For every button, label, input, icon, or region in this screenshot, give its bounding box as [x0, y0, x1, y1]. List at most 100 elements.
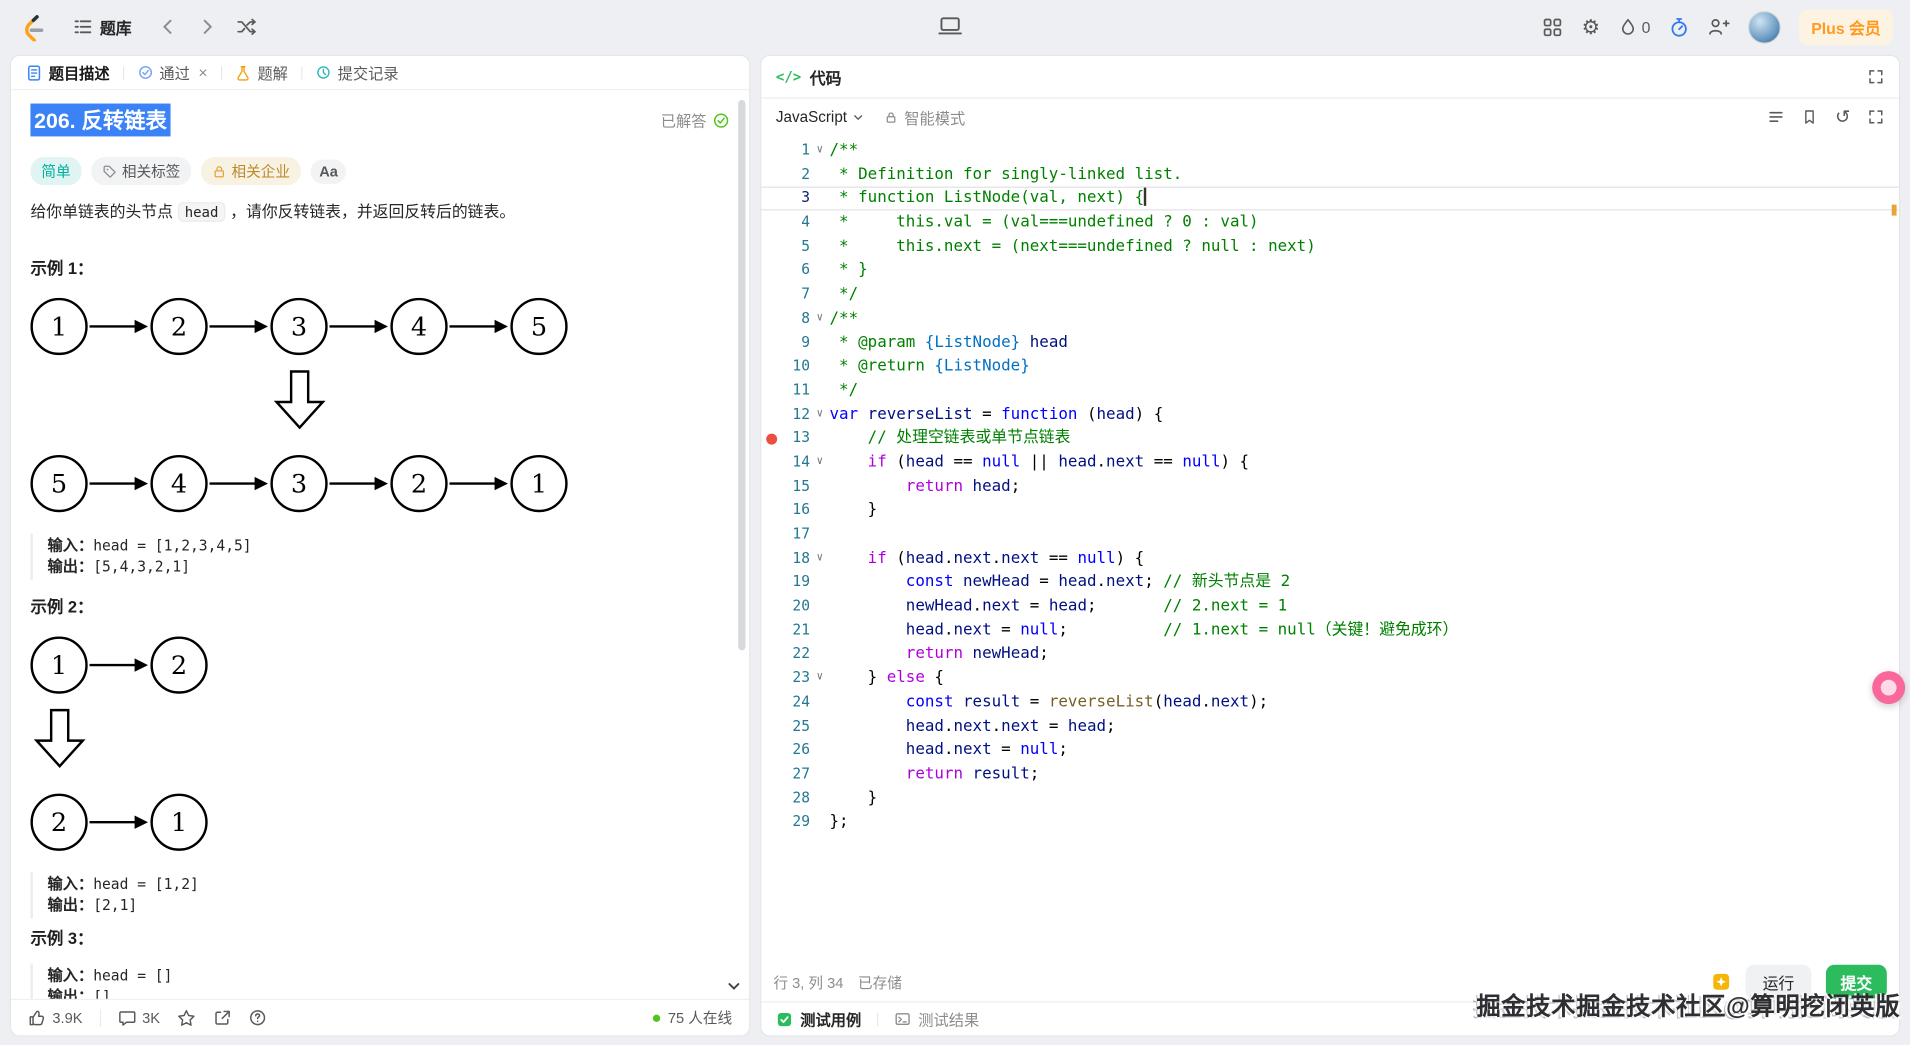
breakpoint-gutter[interactable]	[761, 403, 778, 427]
back-button[interactable]	[158, 17, 177, 36]
code-editor[interactable]: 1∨/**2 * Definition for singly-linked li…	[761, 134, 1899, 957]
code-line[interactable]: 28 }	[761, 786, 1899, 810]
daily-streak[interactable]: 0	[1618, 17, 1650, 36]
breakpoint-gutter[interactable]	[761, 714, 778, 738]
fold-icon[interactable]: ∨	[810, 139, 829, 163]
tab-result[interactable]: 测试结果	[894, 1007, 979, 1030]
breakpoint-gutter[interactable]	[761, 499, 778, 523]
code-line[interactable]: 2 * Definition for singly-linked list.	[761, 163, 1899, 187]
line-number[interactable]: 18	[778, 547, 810, 571]
font-size-button[interactable]: Aa	[311, 159, 347, 183]
breakpoint-gutter[interactable]	[761, 547, 778, 571]
comments-button[interactable]: 3K	[118, 1009, 160, 1027]
user-avatar[interactable]	[1748, 10, 1781, 43]
fold-icon[interactable]: ∨	[810, 666, 829, 690]
tab-testcase[interactable]: 测试用例	[776, 1007, 861, 1030]
code-line[interactable]: 23∨ } else {	[761, 666, 1899, 690]
line-number[interactable]: 16	[778, 499, 810, 523]
breakpoint-gutter[interactable]	[761, 690, 778, 714]
timer-icon[interactable]	[1669, 16, 1690, 37]
line-number[interactable]: 6	[778, 259, 810, 283]
line-number[interactable]: 23	[778, 666, 810, 690]
tab-submissions[interactable]: 提交记录	[313, 61, 401, 84]
line-number[interactable]: 12	[778, 403, 810, 427]
line-number[interactable]: 2	[778, 163, 810, 187]
code-line[interactable]: 20 newHead.next = head; // 2.next = 1	[761, 595, 1899, 619]
problem-list-button[interactable]: 题库	[66, 14, 139, 40]
shuffle-icon[interactable]	[236, 17, 257, 36]
smart-mode-toggle[interactable]: 智能模式	[885, 105, 965, 128]
code-line[interactable]: 5 * this.next = (next===undefined ? null…	[761, 235, 1899, 259]
breakpoint-gutter[interactable]	[761, 571, 778, 595]
breakpoint-gutter[interactable]	[761, 738, 778, 762]
breakpoint-gutter[interactable]	[761, 331, 778, 355]
breakpoint-gutter[interactable]	[761, 762, 778, 786]
line-number[interactable]: 13	[778, 427, 810, 451]
line-number[interactable]: 24	[778, 690, 810, 714]
code-line[interactable]: 4 * this.val = (val===undefined ? 0 : va…	[761, 211, 1899, 235]
breakpoint-gutter[interactable]	[761, 307, 778, 331]
forward-button[interactable]	[197, 17, 216, 36]
code-line[interactable]: 18∨ if (head.next.next == null) {	[761, 547, 1899, 571]
fold-icon[interactable]: ∨	[810, 451, 829, 475]
breakpoint-gutter[interactable]	[761, 211, 778, 235]
like-button[interactable]: 3.9K	[28, 1009, 82, 1027]
debugger-button[interactable]	[938, 15, 962, 37]
breakpoint-gutter[interactable]	[761, 355, 778, 379]
line-number[interactable]: 1	[778, 139, 810, 163]
line-number[interactable]: 8	[778, 307, 810, 331]
code-line[interactable]: 21 head.next = null; // 1.next = null（关键…	[761, 618, 1899, 642]
line-number[interactable]: 15	[778, 475, 810, 499]
breakpoint-gutter[interactable]	[761, 163, 778, 187]
line-number[interactable]: 29	[778, 810, 810, 834]
apps-grid-icon[interactable]	[1543, 16, 1564, 37]
reset-code-icon[interactable]: ↺	[1835, 108, 1850, 126]
favorite-star-icon[interactable]	[177, 1008, 196, 1027]
breakpoint-gutter[interactable]	[761, 666, 778, 690]
line-number[interactable]: 20	[778, 595, 810, 619]
code-line[interactable]: 7 */	[761, 283, 1899, 307]
invite-user-icon[interactable]	[1708, 17, 1730, 36]
fold-icon[interactable]: ∨	[810, 547, 829, 571]
breakpoint-gutter[interactable]	[761, 187, 778, 211]
code-line[interactable]: 6 * }	[761, 259, 1899, 283]
code-line[interactable]: 16 }	[761, 499, 1899, 523]
line-number[interactable]: 7	[778, 283, 810, 307]
breakpoint-gutter[interactable]	[761, 379, 778, 403]
line-number[interactable]: 11	[778, 379, 810, 403]
code-line[interactable]: 9 * @param {ListNode} head	[761, 331, 1899, 355]
code-line[interactable]: 11 */	[761, 379, 1899, 403]
line-number[interactable]: 5	[778, 235, 810, 259]
code-line[interactable]: 3 * function ListNode(val, next) {	[761, 187, 1899, 211]
difficulty-badge[interactable]: 简单	[30, 157, 81, 185]
breakpoint-gutter[interactable]	[761, 139, 778, 163]
line-number[interactable]: 28	[778, 786, 810, 810]
line-number[interactable]: 26	[778, 738, 810, 762]
format-lines-icon[interactable]	[1768, 108, 1785, 125]
code-line[interactable]: 15 return head;	[761, 475, 1899, 499]
expand-panel-icon[interactable]	[1867, 68, 1884, 85]
line-number[interactable]: 21	[778, 618, 810, 642]
breakpoint-gutter[interactable]	[761, 259, 778, 283]
code-line[interactable]: 24 const result = reverseList(head.next)…	[761, 690, 1899, 714]
code-line[interactable]: 26 head.next = null;	[761, 738, 1899, 762]
code-line[interactable]: 22 return newHead;	[761, 642, 1899, 666]
line-number[interactable]: 14	[778, 451, 810, 475]
code-line[interactable]: 10 * @return {ListNode}	[761, 355, 1899, 379]
breakpoint-gutter[interactable]	[761, 523, 778, 547]
close-tab-icon[interactable]: ×	[198, 63, 207, 81]
code-line[interactable]: 25 head.next.next = head;	[761, 714, 1899, 738]
breakpoint-gutter[interactable]	[761, 283, 778, 307]
breakpoint-gutter[interactable]	[761, 642, 778, 666]
code-line[interactable]: 17	[761, 523, 1899, 547]
breakpoint-gutter[interactable]	[761, 475, 778, 499]
scroll-down-icon[interactable]	[726, 978, 742, 994]
language-select[interactable]: JavaScript	[776, 108, 865, 125]
breakpoint-gutter[interactable]	[761, 618, 778, 642]
floating-feedback-badge[interactable]	[1872, 671, 1905, 704]
settings-gear-icon[interactable]: ⚙	[1582, 16, 1601, 37]
feedback-question-icon[interactable]	[249, 1009, 267, 1027]
code-line[interactable]: 19 const newHead = head.next; // 新头节点是 2	[761, 571, 1899, 595]
line-number[interactable]: 25	[778, 714, 810, 738]
breakpoint-gutter[interactable]	[761, 786, 778, 810]
